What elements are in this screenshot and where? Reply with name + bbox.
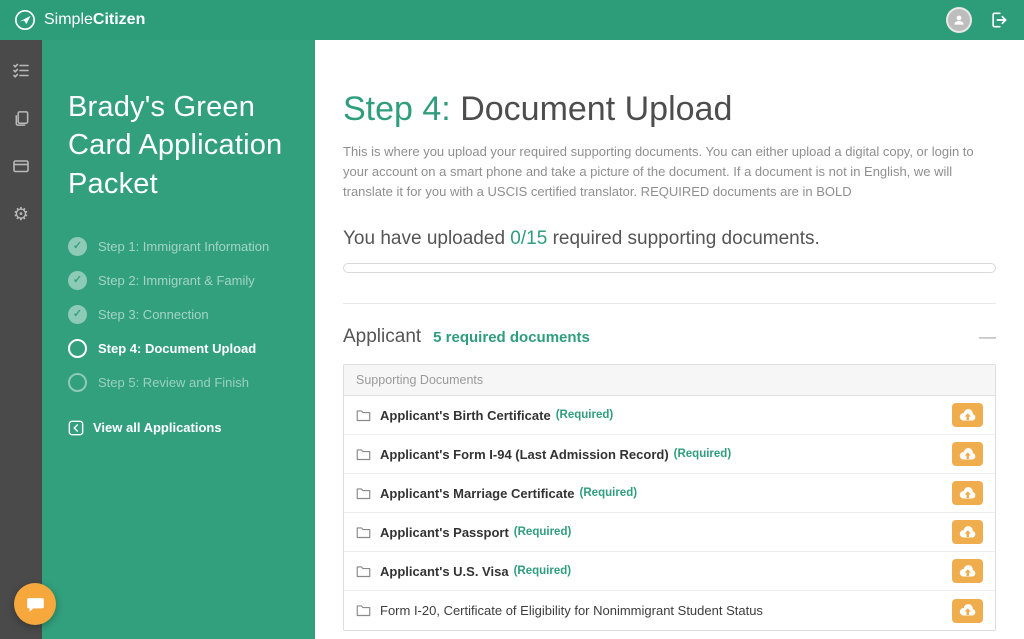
table-header: Supporting Documents — [344, 365, 995, 397]
logout-icon[interactable] — [988, 9, 1010, 31]
sidebar-step-item[interactable]: ✓ Step 2: Immigrant & Family — [68, 270, 289, 290]
step-check-icon: ✓ — [68, 236, 87, 256]
back-arrow-icon — [68, 420, 84, 436]
page-title-step: Step 4: — [343, 90, 451, 128]
uploaded-after: required supporting documents. — [552, 228, 820, 250]
document-label: Applicant's Form I-94 (Last Admission Re… — [380, 446, 669, 462]
upload-button[interactable] — [952, 520, 983, 545]
step-circle-icon — [68, 372, 87, 392]
folder-icon — [356, 409, 371, 422]
uploaded-before: You have uploaded — [343, 228, 506, 250]
step-check-icon: ✓ — [68, 270, 87, 290]
folder-icon — [356, 448, 371, 461]
upload-progress-text: You have uploaded 0/15 required supporti… — [343, 228, 996, 250]
cloud-upload-icon — [959, 486, 976, 500]
step-check-icon: ✓ — [68, 304, 87, 324]
upload-button[interactable] — [952, 598, 983, 623]
topbar-right — [946, 7, 1010, 33]
page-title-name: Document Upload — [460, 90, 733, 128]
document-label: Applicant's U.S. Visa — [380, 563, 509, 579]
step-description: This is where you upload your required s… — [343, 144, 974, 200]
cloud-upload-icon — [959, 447, 976, 461]
document-label: Applicant's Birth Certificate — [380, 407, 551, 423]
brand-logo-icon — [14, 9, 36, 31]
page-title: Step 4: Document Upload — [343, 90, 996, 129]
sidebar-step-item[interactable]: ✓ Step 1: Immigrant Information — [68, 236, 289, 256]
sidebar-step-item[interactable]: Step 4: Document Upload — [68, 338, 289, 358]
cloud-upload-icon — [959, 564, 976, 578]
folder-icon — [356, 604, 371, 617]
document-row: Applicant's U.S. Visa (Required) — [344, 552, 995, 592]
step-label: Step 3: Connection — [98, 306, 209, 322]
brand-text: SimpleCitizen — [44, 11, 145, 29]
document-label: Form I-20, Certificate of Eligibility fo… — [380, 603, 763, 619]
upload-button[interactable] — [952, 559, 983, 584]
folder-icon — [356, 526, 371, 539]
user-avatar[interactable] — [946, 7, 972, 33]
document-row: Applicant's Form I-94 (Last Admission Re… — [344, 435, 995, 475]
view-all-label: View all Applications — [93, 420, 222, 436]
document-row: Applicant's Birth Certificate (Required) — [344, 396, 995, 436]
brand-citizen: Citizen — [92, 11, 146, 28]
cloud-upload-icon — [959, 408, 976, 422]
supporting-documents-table: Supporting Documents Applicant's Birth C… — [343, 364, 996, 632]
icon-rail: ⚙ — [0, 40, 42, 639]
checklist-icon[interactable] — [11, 60, 31, 80]
documents-icon[interactable] — [11, 108, 31, 128]
document-row: Applicant's Passport (Required) — [344, 513, 995, 553]
folder-icon — [356, 565, 371, 578]
required-badge: (Required) — [673, 448, 732, 461]
sidebar-step-item[interactable]: ✓ Step 3: Connection — [68, 304, 289, 324]
collapse-section-icon[interactable]: — — [979, 328, 996, 345]
step-label: Step 1: Immigrant Information — [98, 238, 270, 254]
uploaded-count: 0/15 — [510, 228, 548, 250]
required-badge: (Required) — [513, 565, 572, 578]
step-circle-icon — [68, 338, 87, 358]
view-all-applications[interactable]: View all Applications — [68, 420, 289, 436]
step-label: Step 5: Review and Finish — [98, 374, 250, 390]
upload-button[interactable] — [952, 481, 983, 506]
required-badge: (Required) — [555, 409, 614, 422]
upload-progress-bar — [343, 263, 996, 274]
folder-icon — [356, 487, 371, 500]
chat-button[interactable] — [14, 583, 56, 625]
sidebar: Brady's Green Card Application Packet ✓ S… — [42, 40, 315, 639]
brand-simple: Simple — [44, 11, 93, 28]
packet-title: Brady's Green Card Application Packet — [68, 91, 283, 200]
gears-icon[interactable]: ⚙ — [11, 204, 31, 224]
wallet-icon[interactable] — [11, 156, 31, 176]
step-label: Step 2: Immigrant & Family — [98, 272, 255, 288]
cloud-upload-icon — [959, 525, 976, 539]
documents-list: Applicant's Birth Certificate (Required) A… — [344, 396, 995, 631]
applicant-section-header: Applicant 5 required documents — — [343, 326, 996, 348]
step-label: Step 4: Document Upload — [98, 340, 257, 356]
required-count-label: 5 required documents — [433, 329, 590, 347]
required-badge: (Required) — [513, 526, 572, 539]
topbar: SimpleCitizen — [0, 0, 1024, 40]
divider — [343, 303, 996, 305]
document-row: Applicant's Marriage Certificate (Require… — [344, 474, 995, 514]
upload-button[interactable] — [952, 403, 983, 428]
document-row: Form I-20, Certificate of Eligibility fo… — [344, 591, 995, 631]
steps-list: ✓ Step 1: Immigrant Information ✓ Step 2: I… — [68, 236, 289, 392]
required-badge: (Required) — [579, 487, 638, 500]
applicant-label: Applicant — [343, 326, 422, 348]
document-label: Applicant's Marriage Certificate — [380, 485, 575, 501]
brand[interactable]: SimpleCitizen — [14, 9, 145, 31]
upload-button[interactable] — [952, 442, 983, 467]
document-label: Applicant's Passport — [380, 524, 509, 540]
main-content: Step 4: Document Upload This is where yo… — [315, 40, 1024, 639]
sidebar-step-item[interactable]: Step 5: Review and Finish — [68, 372, 289, 392]
cloud-upload-icon — [959, 604, 976, 617]
